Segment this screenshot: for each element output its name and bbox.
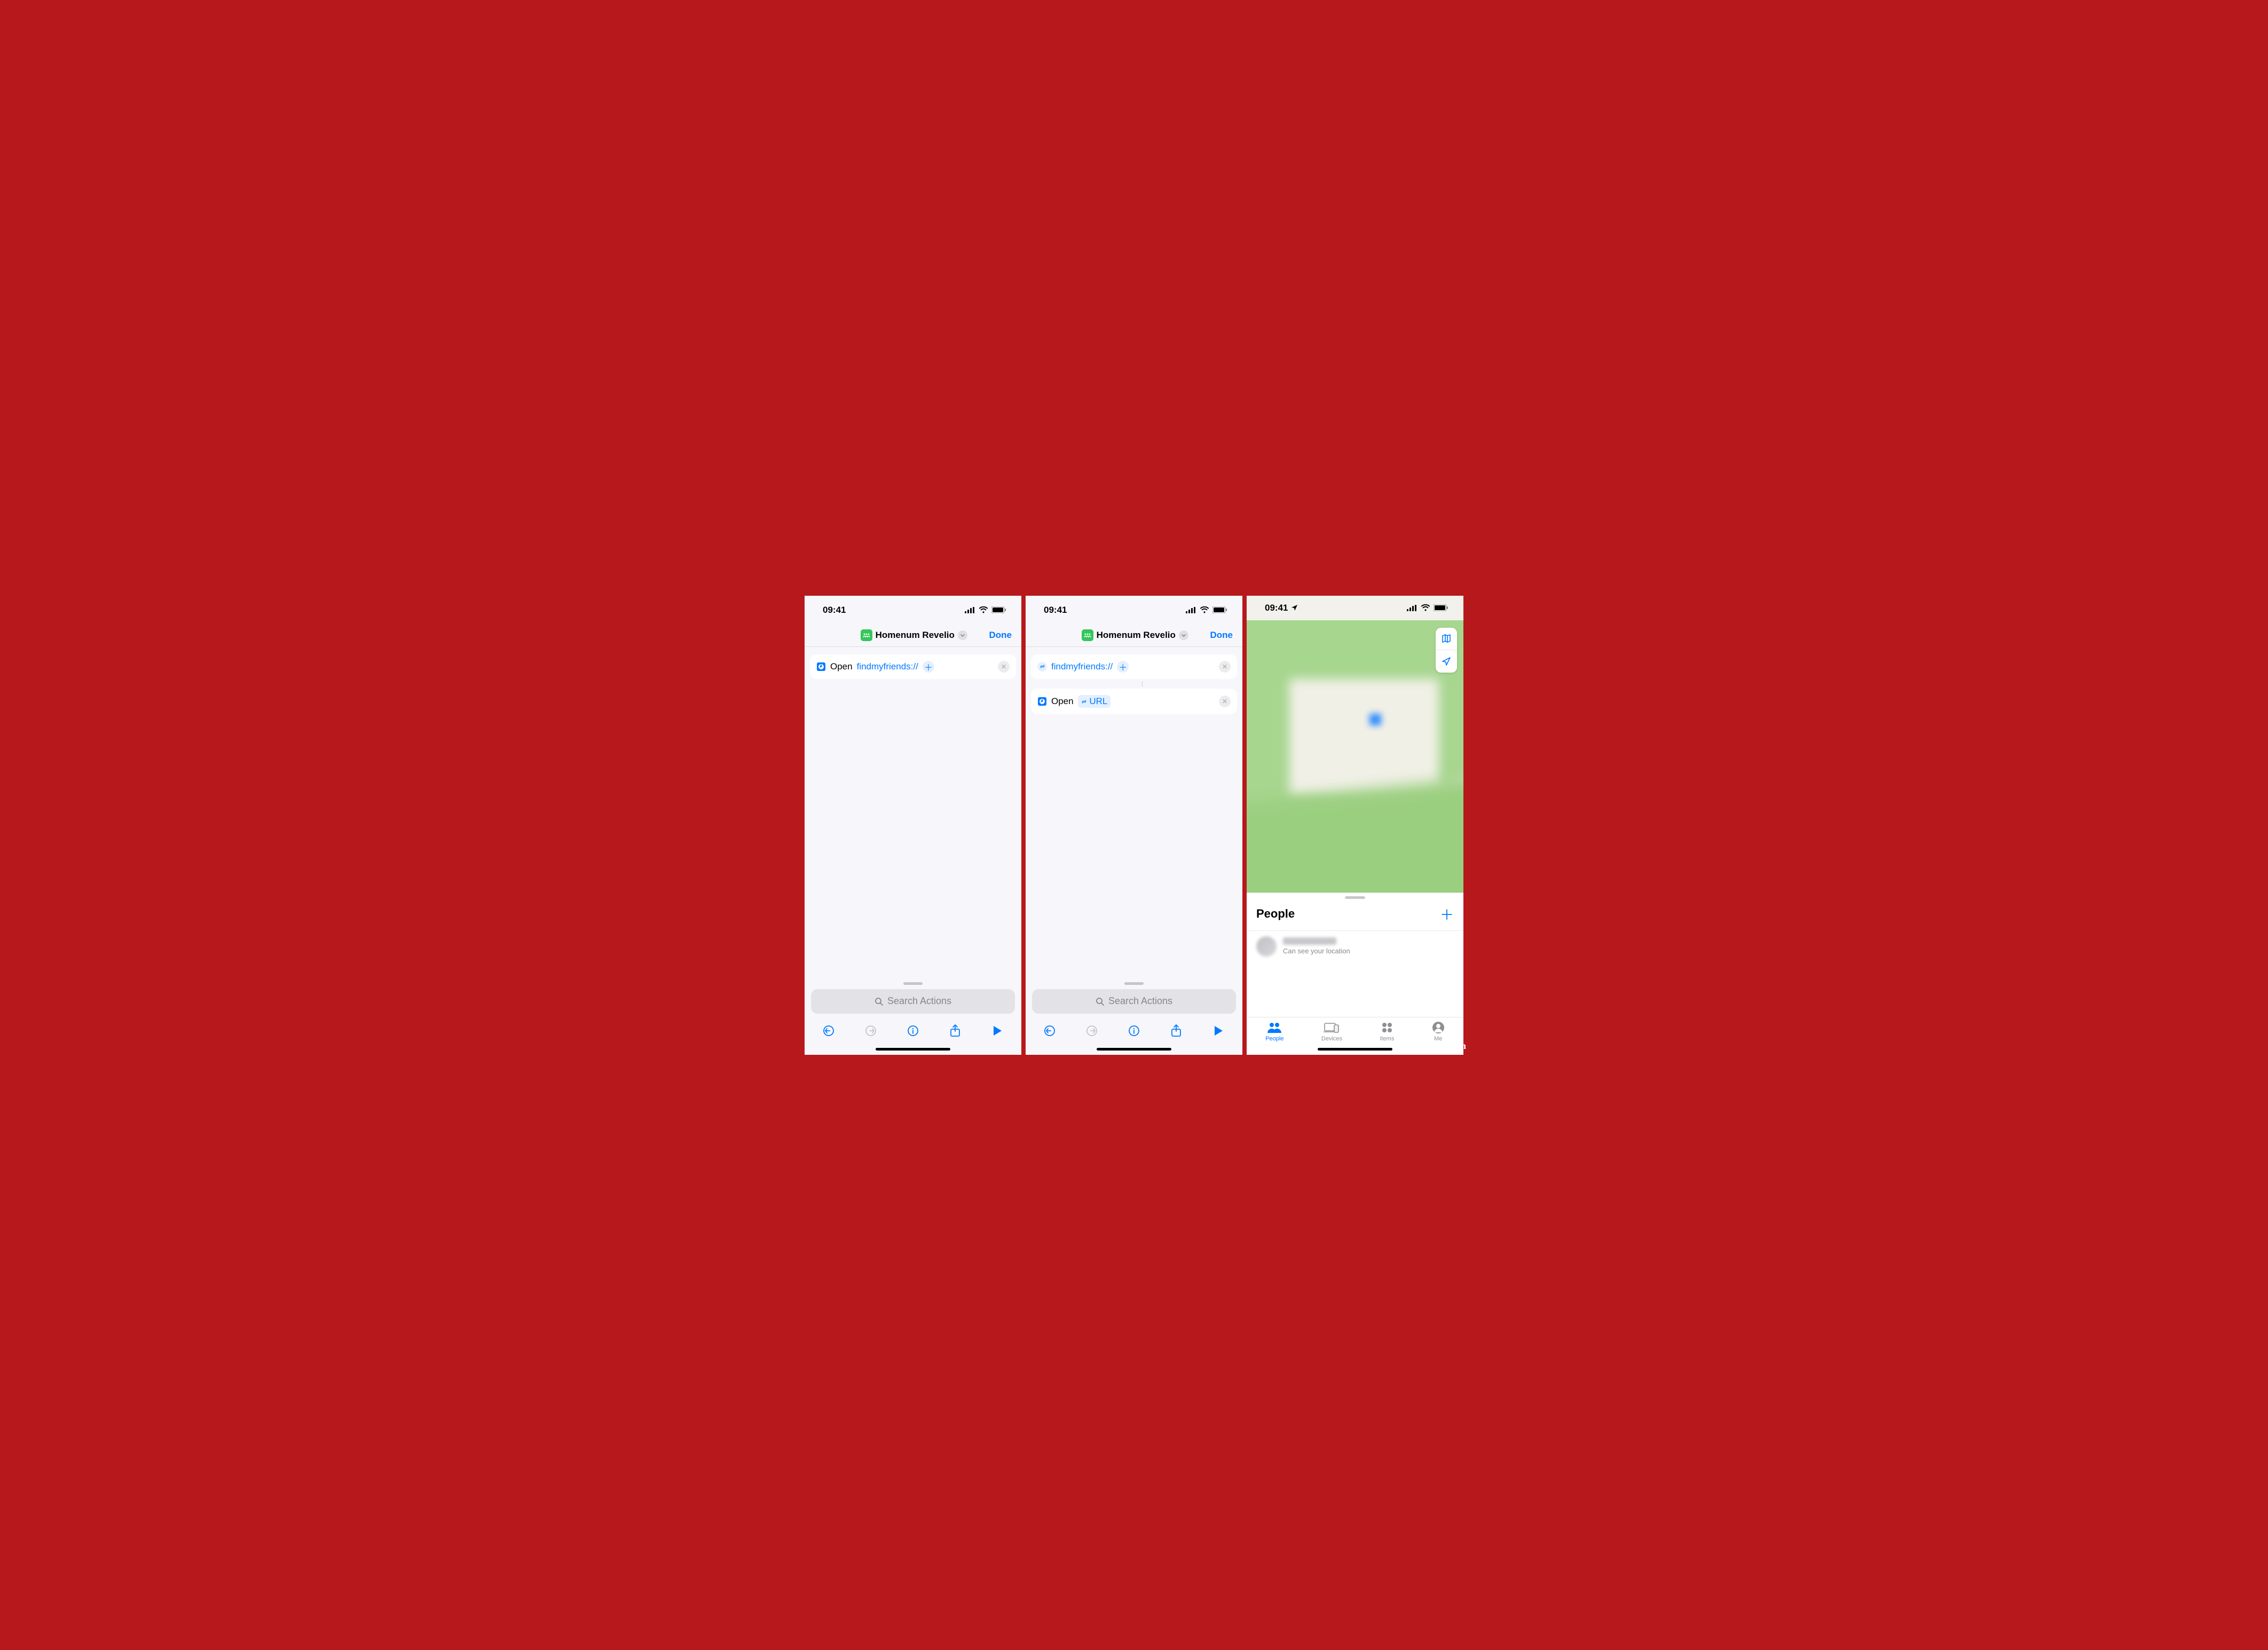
- status-time: 09:41: [823, 605, 846, 615]
- shortcut-title[interactable]: Homenum Revelio: [876, 630, 955, 641]
- share-button[interactable]: [946, 1022, 964, 1040]
- phone-screenshot-1: 09:41 Homenum Revelio Done: [805, 596, 1021, 1055]
- search-icon: [875, 997, 883, 1006]
- tab-people[interactable]: People: [1265, 1021, 1283, 1042]
- search-placeholder: Search Actions: [1108, 996, 1172, 1007]
- tab-me[interactable]: Me: [1432, 1021, 1445, 1042]
- shortcut-icon: [861, 629, 872, 641]
- status-bar: 09:41: [805, 596, 1021, 625]
- search-actions-input[interactable]: Search Actions: [1032, 989, 1236, 1014]
- search-placeholder: Search Actions: [887, 996, 951, 1007]
- open-url-action[interactable]: Open URL ✕: [1031, 689, 1237, 714]
- battery-icon: [1212, 606, 1227, 613]
- redo-button: [1083, 1022, 1101, 1040]
- add-variable-button[interactable]: ＋: [923, 661, 934, 673]
- done-button[interactable]: Done: [989, 630, 1014, 641]
- action-drawer[interactable]: Search Actions: [1026, 979, 1242, 1055]
- avatar: [1256, 936, 1277, 957]
- grabber[interactable]: [1345, 896, 1365, 899]
- share-button[interactable]: [1167, 1022, 1185, 1040]
- map-view[interactable]: [1247, 620, 1463, 893]
- safari-icon: [816, 662, 826, 672]
- battery-icon: [991, 606, 1006, 613]
- status-indicators: [965, 606, 1006, 613]
- status-bar: 09:41: [1247, 596, 1463, 620]
- signal-icon: [1186, 607, 1196, 613]
- sheet-title: People: [1256, 907, 1295, 921]
- home-indicator[interactable]: [1097, 1048, 1171, 1051]
- run-button[interactable]: [1209, 1022, 1227, 1040]
- wifi-icon: [1421, 604, 1430, 611]
- search-actions-input[interactable]: Search Actions: [811, 989, 1015, 1014]
- url-token[interactable]: findmyfriends://: [857, 661, 918, 672]
- run-button[interactable]: [988, 1022, 1006, 1040]
- action-drawer[interactable]: Search Actions: [805, 979, 1021, 1055]
- map-mode-button[interactable]: [1436, 628, 1457, 650]
- phone-screenshot-3: 09:41 Siri People ＋: [1247, 596, 1463, 1055]
- wifi-icon: [1200, 606, 1209, 613]
- shortcut-icon: [1082, 629, 1093, 641]
- home-indicator[interactable]: [876, 1048, 950, 1051]
- url-variable-pill[interactable]: URL: [1078, 695, 1111, 708]
- action-label: Open: [830, 661, 853, 672]
- status-indicators: [1186, 606, 1227, 613]
- home-indicator[interactable]: [1318, 1048, 1392, 1051]
- add-person-button[interactable]: ＋: [1440, 904, 1454, 924]
- redo-button: [862, 1022, 880, 1040]
- tab-items[interactable]: Items: [1380, 1021, 1394, 1042]
- status-bar: 09:41: [1026, 596, 1242, 625]
- delete-action-button[interactable]: ✕: [1219, 696, 1231, 707]
- action-connector: [1142, 681, 1143, 686]
- add-variable-button[interactable]: ＋: [1117, 661, 1129, 673]
- info-button[interactable]: [1125, 1022, 1143, 1040]
- safari-icon: [1037, 697, 1047, 706]
- done-button[interactable]: Done: [1210, 630, 1235, 641]
- battery-icon: [1434, 604, 1448, 611]
- status-time: 09:41: [1265, 603, 1288, 613]
- grabber[interactable]: [903, 982, 923, 985]
- url-action[interactable]: findmyfriends:// ＋ ✕: [1031, 654, 1237, 679]
- person-name-redacted: [1283, 937, 1336, 945]
- person-row[interactable]: Can see your location: [1247, 931, 1463, 962]
- location-dot: [1369, 714, 1381, 725]
- url-token[interactable]: findmyfriends://: [1051, 661, 1113, 672]
- chevron-down-icon[interactable]: [1179, 630, 1188, 640]
- undo-button[interactable]: [1041, 1022, 1059, 1040]
- people-sheet[interactable]: People ＋ Can see your location People: [1247, 893, 1463, 1055]
- action-label: Open: [1051, 696, 1074, 707]
- grabber[interactable]: [1124, 982, 1144, 985]
- watermark: GadgetHacks.com: [1391, 1040, 1466, 1052]
- location-icon: [1291, 604, 1298, 611]
- search-icon: [1096, 997, 1104, 1006]
- person-subtitle: Can see your location: [1283, 947, 1350, 955]
- nav-header: Homenum Revelio Done: [805, 625, 1021, 647]
- info-button[interactable]: [904, 1022, 922, 1040]
- locate-me-button[interactable]: [1436, 650, 1457, 673]
- open-url-action[interactable]: Open findmyfriends:// ＋ ✕: [810, 654, 1016, 679]
- wifi-icon: [979, 606, 988, 613]
- chevron-down-icon[interactable]: [958, 630, 967, 640]
- status-indicators: [1407, 604, 1448, 611]
- signal-icon: [965, 607, 975, 613]
- phone-screenshot-2: 09:41 Homenum Revelio Done: [1026, 596, 1242, 1055]
- undo-button[interactable]: [820, 1022, 838, 1040]
- nav-header: Homenum Revelio Done: [1026, 625, 1242, 647]
- link-icon: [1037, 662, 1047, 672]
- status-time: 09:41: [1044, 605, 1067, 615]
- delete-action-button[interactable]: ✕: [998, 661, 1010, 673]
- tab-devices[interactable]: Devices: [1321, 1021, 1342, 1042]
- signal-icon: [1407, 605, 1418, 611]
- delete-action-button[interactable]: ✕: [1219, 661, 1231, 673]
- shortcut-title[interactable]: Homenum Revelio: [1097, 630, 1176, 641]
